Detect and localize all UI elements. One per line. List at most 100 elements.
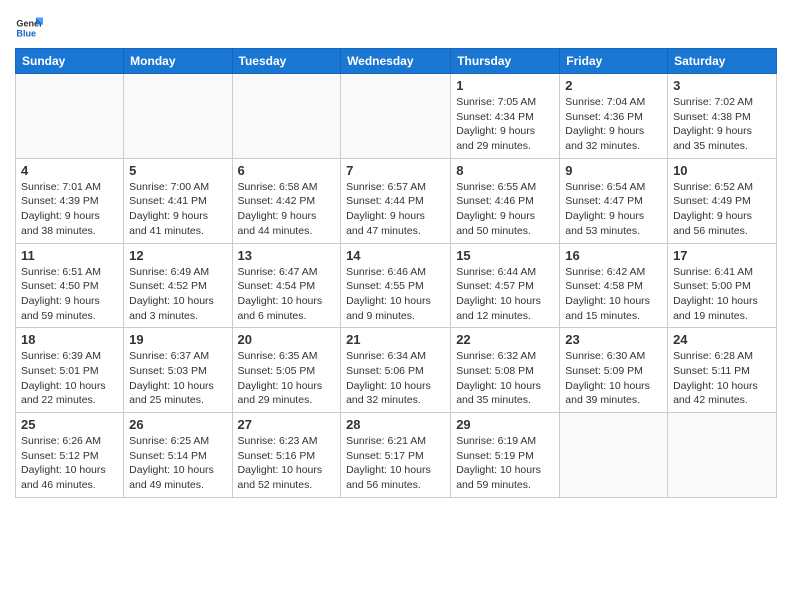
calendar-cell: 27 Sunrise: 6:23 AM Sunset: 5:16 PM Dayli… [232, 413, 341, 498]
calendar-cell: 18 Sunrise: 6:39 AM Sunset: 5:01 PM Dayli… [16, 328, 124, 413]
day-header-friday: Friday [560, 49, 668, 74]
day-info: Sunrise: 6:46 AM Sunset: 4:55 PM Dayligh… [346, 265, 445, 324]
day-number: 21 [346, 332, 445, 347]
day-header-tuesday: Tuesday [232, 49, 341, 74]
calendar-cell: 26 Sunrise: 6:25 AM Sunset: 5:14 PM Dayli… [124, 413, 232, 498]
calendar-cell: 16 Sunrise: 6:42 AM Sunset: 4:58 PM Dayli… [560, 243, 668, 328]
day-number: 6 [238, 163, 336, 178]
day-number: 3 [673, 78, 771, 93]
day-info: Sunrise: 6:41 AM Sunset: 5:00 PM Dayligh… [673, 265, 771, 324]
day-info: Sunrise: 6:44 AM Sunset: 4:57 PM Dayligh… [456, 265, 554, 324]
week-row-3: 11 Sunrise: 6:51 AM Sunset: 4:50 PM Dayli… [16, 243, 777, 328]
day-number: 27 [238, 417, 336, 432]
day-number: 14 [346, 248, 445, 263]
week-row-4: 18 Sunrise: 6:39 AM Sunset: 5:01 PM Dayli… [16, 328, 777, 413]
calendar-cell: 23 Sunrise: 6:30 AM Sunset: 5:09 PM Dayli… [560, 328, 668, 413]
day-number: 8 [456, 163, 554, 178]
day-info: Sunrise: 6:54 AM Sunset: 4:47 PM Dayligh… [565, 180, 662, 239]
calendar-cell: 5Sunrise: 7:00 AM Sunset: 4:41 PM Daylig… [124, 158, 232, 243]
day-number: 7 [346, 163, 445, 178]
day-number: 12 [129, 248, 226, 263]
calendar-cell: 1Sunrise: 7:05 AM Sunset: 4:34 PM Daylig… [451, 74, 560, 159]
calendar-cell: 7 Sunrise: 6:57 AM Sunset: 4:44 PM Daylig… [341, 158, 451, 243]
day-number: 4 [21, 163, 118, 178]
svg-text:Blue: Blue [16, 28, 36, 38]
day-number: 11 [21, 248, 118, 263]
day-number: 1 [456, 78, 554, 93]
day-info: Sunrise: 6:52 AM Sunset: 4:49 PM Dayligh… [673, 180, 771, 239]
calendar-cell: 11 Sunrise: 6:51 AM Sunset: 4:50 PM Dayli… [16, 243, 124, 328]
day-info: Sunrise: 6:47 AM Sunset: 4:54 PM Dayligh… [238, 265, 336, 324]
day-header-monday: Monday [124, 49, 232, 74]
calendar-cell: 3 Sunrise: 7:02 AM Sunset: 4:38 PM Daylig… [668, 74, 777, 159]
day-number: 23 [565, 332, 662, 347]
calendar-table: SundayMondayTuesdayWednesdayThursdayFrid… [15, 48, 777, 498]
calendar-cell: 28 Sunrise: 6:21 AM Sunset: 5:17 PM Dayli… [341, 413, 451, 498]
day-info: Sunrise: 6:19 AM Sunset: 5:19 PM Dayligh… [456, 434, 554, 493]
calendar-cell [668, 413, 777, 498]
day-number: 28 [346, 417, 445, 432]
day-info: Sunrise: 6:49 AM Sunset: 4:52 PM Dayligh… [129, 265, 226, 324]
day-number: 10 [673, 163, 771, 178]
calendar-cell: 2 Sunrise: 7:04 AM Sunset: 4:36 PM Daylig… [560, 74, 668, 159]
day-info: Sunrise: 6:51 AM Sunset: 4:50 PM Dayligh… [21, 265, 118, 324]
day-number: 17 [673, 248, 771, 263]
day-info: Sunrise: 6:23 AM Sunset: 5:16 PM Dayligh… [238, 434, 336, 493]
calendar-cell [341, 74, 451, 159]
calendar-cell: 21 Sunrise: 6:34 AM Sunset: 5:06 PM Dayli… [341, 328, 451, 413]
day-info: Sunrise: 6:32 AM Sunset: 5:08 PM Dayligh… [456, 349, 554, 408]
day-number: 15 [456, 248, 554, 263]
day-number: 9 [565, 163, 662, 178]
calendar-cell: 29 Sunrise: 6:19 AM Sunset: 5:19 PM Dayli… [451, 413, 560, 498]
day-info: Sunrise: 6:37 AM Sunset: 5:03 PM Dayligh… [129, 349, 226, 408]
day-number: 19 [129, 332, 226, 347]
calendar-cell: 12 Sunrise: 6:49 AM Sunset: 4:52 PM Dayli… [124, 243, 232, 328]
calendar-cell: 6Sunrise: 6:58 AM Sunset: 4:42 PM Daylig… [232, 158, 341, 243]
day-info: Sunrise: 6:30 AM Sunset: 5:09 PM Dayligh… [565, 349, 662, 408]
day-info: Sunrise: 6:26 AM Sunset: 5:12 PM Dayligh… [21, 434, 118, 493]
day-number: 24 [673, 332, 771, 347]
header: General Blue [15, 10, 777, 42]
calendar-cell [124, 74, 232, 159]
day-info: Sunrise: 6:55 AM Sunset: 4:46 PM Dayligh… [456, 180, 554, 239]
day-info: Sunrise: 6:39 AM Sunset: 5:01 PM Dayligh… [21, 349, 118, 408]
day-info: Sunrise: 7:01 AM Sunset: 4:39 PM Dayligh… [21, 180, 118, 239]
day-number: 22 [456, 332, 554, 347]
logo: General Blue [15, 14, 43, 42]
day-info: Sunrise: 7:04 AM Sunset: 4:36 PM Dayligh… [565, 95, 662, 154]
calendar-cell: 13Sunrise: 6:47 AM Sunset: 4:54 PM Dayli… [232, 243, 341, 328]
day-number: 20 [238, 332, 336, 347]
week-row-5: 25 Sunrise: 6:26 AM Sunset: 5:12 PM Dayli… [16, 413, 777, 498]
week-row-2: 4 Sunrise: 7:01 AM Sunset: 4:39 PM Daylig… [16, 158, 777, 243]
day-info: Sunrise: 6:42 AM Sunset: 4:58 PM Dayligh… [565, 265, 662, 324]
day-number: 25 [21, 417, 118, 432]
calendar-cell: 25 Sunrise: 6:26 AM Sunset: 5:12 PM Dayli… [16, 413, 124, 498]
day-info: Sunrise: 6:57 AM Sunset: 4:44 PM Dayligh… [346, 180, 445, 239]
day-number: 2 [565, 78, 662, 93]
calendar-cell [16, 74, 124, 159]
calendar-cell: 9 Sunrise: 6:54 AM Sunset: 4:47 PM Daylig… [560, 158, 668, 243]
day-header-saturday: Saturday [668, 49, 777, 74]
day-info: Sunrise: 6:25 AM Sunset: 5:14 PM Dayligh… [129, 434, 226, 493]
calendar-cell: 8 Sunrise: 6:55 AM Sunset: 4:46 PM Daylig… [451, 158, 560, 243]
calendar-cell: 10 Sunrise: 6:52 AM Sunset: 4:49 PM Dayli… [668, 158, 777, 243]
calendar-cell [232, 74, 341, 159]
day-number: 5 [129, 163, 226, 178]
day-info: Sunrise: 6:35 AM Sunset: 5:05 PM Dayligh… [238, 349, 336, 408]
calendar-cell: 4 Sunrise: 7:01 AM Sunset: 4:39 PM Daylig… [16, 158, 124, 243]
day-info: Sunrise: 6:21 AM Sunset: 5:17 PM Dayligh… [346, 434, 445, 493]
day-number: 18 [21, 332, 118, 347]
day-number: 26 [129, 417, 226, 432]
day-info: Sunrise: 6:28 AM Sunset: 5:11 PM Dayligh… [673, 349, 771, 408]
logo-icon: General Blue [15, 14, 43, 42]
day-info: Sunrise: 6:34 AM Sunset: 5:06 PM Dayligh… [346, 349, 445, 408]
day-number: 29 [456, 417, 554, 432]
day-info: Sunrise: 7:02 AM Sunset: 4:38 PM Dayligh… [673, 95, 771, 154]
calendar-cell: 22 Sunrise: 6:32 AM Sunset: 5:08 PM Dayli… [451, 328, 560, 413]
calendar-cell: 15 Sunrise: 6:44 AM Sunset: 4:57 PM Dayli… [451, 243, 560, 328]
day-header-thursday: Thursday [451, 49, 560, 74]
week-row-1: 1Sunrise: 7:05 AM Sunset: 4:34 PM Daylig… [16, 74, 777, 159]
calendar-cell: 20 Sunrise: 6:35 AM Sunset: 5:05 PM Dayli… [232, 328, 341, 413]
day-header-sunday: Sunday [16, 49, 124, 74]
day-number: 16 [565, 248, 662, 263]
